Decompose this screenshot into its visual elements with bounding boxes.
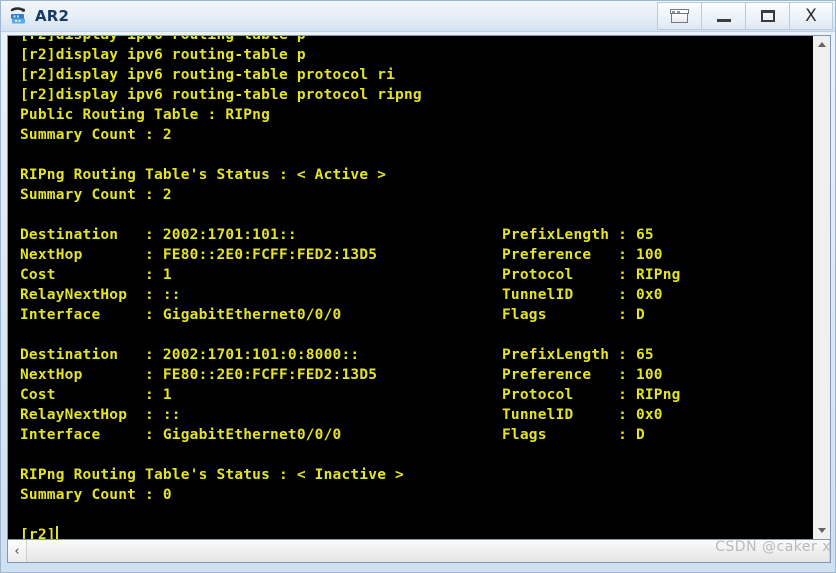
terminal-area: [r2]display ipv6 routing-table p [r2]disp… [7,35,831,540]
router-device-icon [9,6,29,26]
window-titlebar[interactable]: AR2 X [1,1,835,32]
terminal-route-field-right: Preference : 100 [502,247,663,263]
terminal-cursor [55,526,58,539]
terminal-route-row: Interface : GigabitEthernet0/0/0 Flags : … [10,305,812,325]
terminal-route-field-right: TunnelID : 0x0 [502,407,663,423]
terminal-route-row: RelayNextHop : :: TunnelID : 0x0 [10,405,812,425]
terminal-route-field-left: Interface : GigabitEthernet0/0/0 [20,427,342,443]
window-bottom-padding [1,563,835,572]
terminal-route-row: Cost : 1 Protocol : RIPng [10,265,812,285]
maximize-icon [760,10,775,22]
terminal-line: [r2]display ipv6 routing-table protocol … [20,67,396,83]
terminal-line: Summary Count : 2 [20,127,172,143]
close-button[interactable]: X [789,2,833,30]
terminal-lines: [r2]display ipv6 routing-table p [r2]disp… [8,36,812,539]
terminal-route-row: Cost : 1 Protocol : RIPng [10,385,812,405]
terminal-route-row: NextHop : FE80::2E0:FCFF:FED2:13D5 Prefer… [10,245,812,265]
vertical-scroll-track[interactable] [813,53,830,522]
scroll-up-button[interactable] [813,36,830,53]
terminal-route-field-right: PrefixLength : 65 [502,347,654,363]
maximize-button[interactable] [745,2,789,30]
terminal-line: [r2]display ipv6 routing-table protocol … [20,87,422,103]
terminal-route-field-right: Protocol : RIPng [502,387,681,403]
terminal-window: AR2 X [r2]display ipv6 routing-table p [r… [0,0,836,573]
terminal-route-row: RelayNextHop : :: TunnelID : 0x0 [10,285,812,305]
terminal-prompt-line[interactable]: [r2] [10,525,812,539]
terminal-line: RIPng Routing Table's Status : < Inactiv… [20,467,404,483]
horizontal-scrollbar[interactable]: ‹ [7,540,831,563]
terminal-line: Summary Count : 2 [20,187,172,203]
terminal-route-field-right: Preference : 100 [502,367,663,383]
window-controls: X [657,2,833,30]
terminal-line: [r2]display ipv6 routing-table p [10,36,812,45]
terminal-route-row: NextHop : FE80::2E0:FCFF:FED2:13D5 Prefer… [10,365,812,385]
terminal-route-row: Destination : 2002:1701:101:0:8000:: Pref… [10,345,812,365]
terminal-route-field-left: Destination : 2002:1701:101:: [20,227,297,243]
minimize-icon [716,18,731,22]
terminal-route-field-right: Protocol : RIPng [502,267,681,283]
scroll-left-button[interactable]: ‹ [8,540,27,562]
terminal-route-field-left: Interface : GigabitEthernet0/0/0 [20,307,342,323]
terminal-route-row: Interface : GigabitEthernet0/0/0 Flags : … [10,425,812,445]
terminal-prompt-text: [r2] [20,527,56,539]
down-arrow-icon [817,528,826,533]
terminal-output[interactable]: [r2]display ipv6 routing-table p [r2]disp… [8,36,812,539]
terminal-route-field-right: Flags : D [502,307,645,323]
terminal-route-field-left: NextHop : FE80::2E0:FCFF:FED2:13D5 [20,247,378,263]
terminal-line: Summary Count : 0 [20,487,172,503]
terminal-route-field-right: TunnelID : 0x0 [502,287,663,303]
terminal-route-field-right: PrefixLength : 65 [502,227,654,243]
terminal-line: RIPng Routing Table's Status : < Active … [20,167,387,183]
terminal-route-field-left: NextHop : FE80::2E0:FCFF:FED2:13D5 [20,367,378,383]
terminal-route-row: Destination : 2002:1701:101:: PrefixLengt… [10,225,812,245]
terminal-route-field-left: Destination : 2002:1701:101:0:8000:: [20,347,360,363]
up-arrow-icon [817,42,826,47]
minimize-button[interactable] [701,2,745,30]
window-list-button[interactable] [657,2,701,30]
terminal-line: Public Routing Table : RIPng [20,107,271,123]
horizontal-scroll-thumb[interactable] [27,540,830,562]
scroll-down-button[interactable] [813,522,830,539]
terminal-route-field-left: RelayNextHop : :: [20,407,181,423]
terminal-route-field-left: RelayNextHop : :: [20,287,181,303]
terminal-route-field-left: Cost : 1 [20,267,172,283]
window-title: AR2 [35,6,70,25]
vertical-scrollbar[interactable] [812,36,830,539]
titlebar-left-group: AR2 [9,6,69,26]
close-icon: X [805,5,817,26]
terminal-route-field-left: Cost : 1 [20,387,172,403]
window-stack-icon [670,8,689,24]
terminal-route-field-right: Flags : D [502,427,645,443]
terminal-line: [r2]display ipv6 routing-table p [20,47,306,63]
